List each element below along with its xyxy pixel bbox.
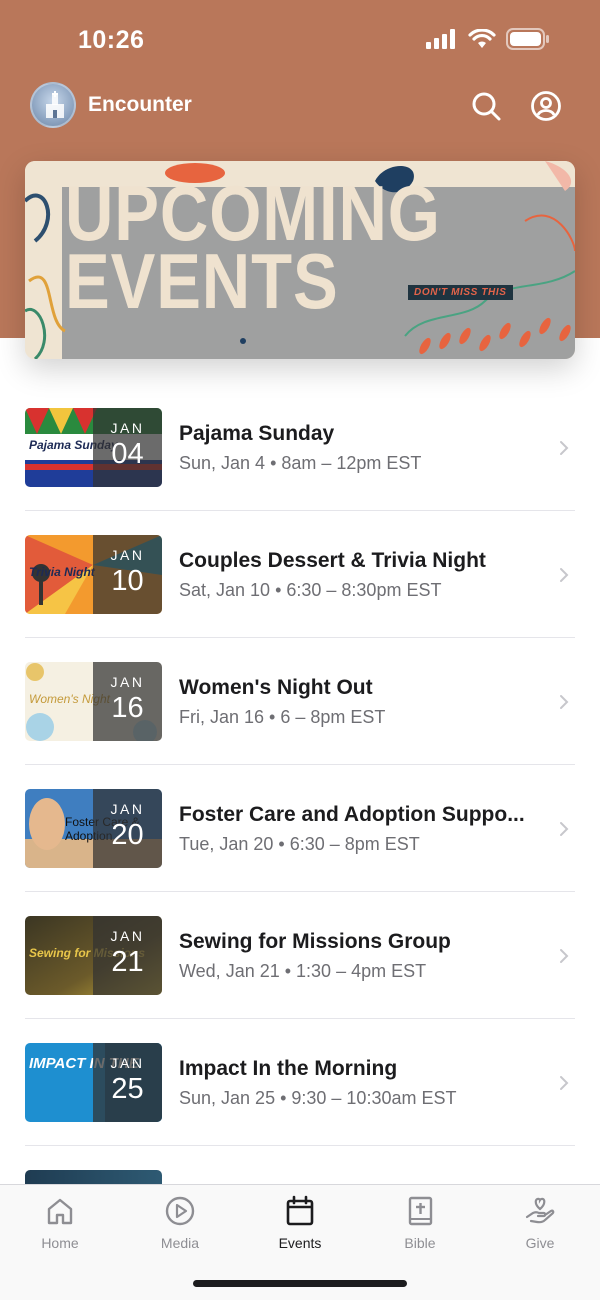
date-badge: JAN 10 [93,535,162,614]
event-datetime: Fri, Jan 16 • 6 – 8pm EST [179,707,386,727]
banner-title-line2: EVENTS [65,237,339,325]
chevron-right-icon [560,949,569,963]
tab-label: Give [525,1235,555,1251]
tab-label: Media [160,1235,200,1251]
search-icon[interactable] [470,90,502,122]
date-month: JAN [110,420,145,436]
wifi-icon [468,29,496,48]
event-datetime: Sun, Jan 25 • 9:30 – 10:30am EST [179,1088,457,1108]
status-bar: 10:26 [0,0,600,82]
tab-label: Events [278,1235,322,1251]
banner-tagline: DON'T MISS THIS [408,285,513,300]
home-icon [47,1198,73,1225]
event-row[interactable]: Pajama Sunday JAN 04 Pajama Sunday Sun, … [25,384,575,511]
chevron-right-icon [560,822,569,836]
event-thumbnail-text: Trivia Night [29,565,95,579]
event-datetime: Tue, Jan 20 • 6:30 – 8pm EST [179,834,420,854]
event-row[interactable]: Sewing for Missions JAN 21 Sewing for Mi… [25,892,575,1019]
app-bar: Encounter [0,82,600,130]
date-badge: JAN 04 [93,408,162,487]
chevron-right-icon [560,568,569,582]
event-thumbnail: Pajama Sunday JAN 04 [25,408,162,487]
status-time: 10:26 [78,26,145,54]
date-badge: JAN 21 [93,916,162,995]
chevron-right-icon [560,1076,569,1090]
date-day: 04 [111,438,144,470]
tab-home[interactable]: Home [0,1185,120,1265]
event-thumbnail: IMPACT IN THE JAN 25 [25,1043,162,1122]
event-thumbnail: Trivia Night JAN 10 [25,535,162,614]
profile-icon[interactable] [530,90,562,122]
calendar-icon [286,1195,314,1226]
tab-give[interactable]: Give [480,1185,600,1265]
event-datetime: Sun, Jan 4 • 8am – 12pm EST [179,453,422,473]
bible-icon [408,1196,433,1226]
signal-icon [426,29,455,49]
give-icon [525,1197,555,1224]
banner-title: UPCOMING EVENTS [65,174,441,325]
chevron-right-icon [560,441,569,455]
date-month: JAN [110,928,145,944]
event-row[interactable]: Women's Night JAN 16 Women's Night Out F… [25,638,575,765]
date-badge: JAN 20 [93,789,162,868]
chevron-right-icon [560,695,569,709]
date-day: 25 [111,1073,144,1105]
play-icon [165,1196,195,1226]
event-title: Couples Dessert & Trivia Night [179,549,486,572]
date-day: 20 [111,819,144,851]
event-row[interactable]: Trivia Night JAN 10 Couples Dessert & Tr… [25,511,575,638]
battery-icon [506,28,549,50]
event-title: Sewing for Missions Group [179,930,451,953]
date-day: 21 [111,946,144,978]
date-month: JAN [110,674,145,690]
event-thumbnail: Foster Care & Adoption JAN 20 [25,789,162,868]
app-title: Encounter [88,93,192,116]
event-datetime: Wed, Jan 21 • 1:30 – 4pm EST [179,961,427,981]
date-badge: JAN 16 [93,662,162,741]
event-datetime: Sat, Jan 10 • 6:30 – 8:30pm EST [179,580,442,600]
tab-events[interactable]: Events [240,1185,360,1265]
upcoming-events-banner[interactable]: UPCOMING EVENTS DON'T MISS THIS [25,161,575,359]
tab-media[interactable]: Media [120,1185,240,1265]
event-title: Impact In the Morning [179,1057,398,1080]
date-month: JAN [110,801,145,817]
event-thumbnail: Women's Night JAN 16 [25,662,162,741]
event-title: Foster Care and Adoption Suppo... [179,803,525,826]
event-title: Pajama Sunday [179,422,335,445]
event-row[interactable]: Foster Care & Adoption JAN 20 Foster Car… [25,765,575,892]
date-month: JAN [110,1055,145,1071]
home-indicator [193,1280,407,1287]
date-month: JAN [110,547,145,563]
event-title: Women's Night Out [179,676,373,699]
event-row[interactable]: IMPACT IN THE JAN 25 Impact In the Morni… [25,1019,575,1146]
tab-label: Home [41,1235,79,1251]
date-badge: JAN 25 [93,1043,162,1122]
tab-label: Bible [404,1235,436,1251]
date-day: 16 [111,692,144,724]
status-icons [426,28,550,50]
church-logo[interactable] [30,82,76,128]
church-icon [46,91,64,118]
event-thumbnail: Sewing for Missions JAN 21 [25,916,162,995]
tab-bible[interactable]: Bible [360,1185,480,1265]
date-day: 10 [111,565,144,597]
event-list: Pajama Sunday JAN 04 Pajama Sunday Sun, … [25,384,575,1210]
